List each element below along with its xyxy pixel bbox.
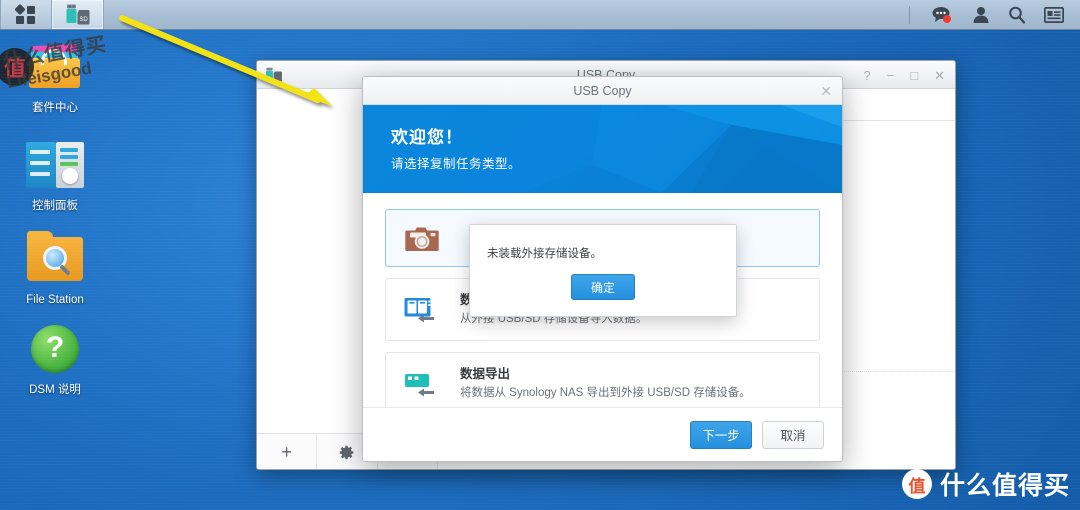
question-mark-icon: ? — [31, 325, 79, 373]
nas-import-icon — [400, 295, 444, 325]
taskbar-right-tray — [909, 0, 1080, 29]
taskbar: SD — [0, 0, 1080, 30]
desktop: SD 套件中心 控制面板 File Station ? DSM 说明 什么值得买… — [0, 0, 1080, 510]
dialog-close-icon[interactable]: ✕ — [820, 82, 832, 100]
minimize-button[interactable]: − — [887, 69, 895, 82]
banner-subheading: 请选择复制任务类型。 — [391, 157, 522, 171]
control-panel-art — [0, 136, 110, 194]
gear-icon — [340, 445, 354, 460]
svg-text:SD: SD — [79, 17, 88, 23]
option-desc: 将数据从 Synology NAS 导出到外接 USB/SD 存储设备。 — [460, 387, 751, 399]
dialog-footer: 下一步 取消 — [363, 407, 842, 461]
next-button[interactable]: 下一步 — [690, 420, 752, 449]
usb-sd-icon: SD — [66, 4, 89, 24]
banner-text: 欢迎您！ 请选择复制任务类型。 — [391, 127, 521, 172]
desktop-icon-file-station[interactable]: File Station — [0, 230, 110, 307]
widget-icon[interactable] — [1044, 6, 1064, 23]
alert-ok-button[interactable]: 确定 — [571, 274, 635, 300]
dialog-titlebar: USB Copy ✕ — [363, 77, 842, 105]
camera-icon — [400, 225, 444, 252]
close-button[interactable]: ✕ — [934, 69, 945, 82]
desktop-icon-label: File Station — [26, 294, 84, 306]
welcome-banner: 欢迎您！ 请选择复制任务类型。 — [363, 105, 842, 193]
option-title: 数据导出 — [460, 367, 511, 381]
dsm-help-art: ? — [0, 320, 110, 378]
dialog-title: USB Copy — [573, 83, 632, 98]
grid-menu-icon — [15, 3, 35, 24]
no-device-alert[interactable]: 未装载外接存储设备。 确定 — [469, 224, 737, 317]
package-center-icon — [27, 43, 83, 91]
usb-export-icon — [400, 369, 444, 399]
help-button[interactable]: ? — [863, 69, 870, 82]
main-menu-button[interactable] — [0, 0, 52, 29]
search-icon[interactable] — [1008, 6, 1026, 24]
alert-message: 未装载外接存储设备。 — [487, 248, 602, 260]
option-text: 数据导出 将数据从 Synology NAS 导出到外接 USB/SD 存储设备… — [460, 365, 751, 402]
corner-watermark-badge: 值 — [901, 469, 932, 499]
corner-watermark: 值 什么值得买 — [901, 466, 1070, 502]
background-window-controls: ? − □ ✕ — [863, 61, 945, 89]
desktop-icon-label: 控制面板 — [32, 200, 78, 212]
window-usb-sd-icon — [265, 66, 283, 84]
desktop-icon-label: 套件中心 — [32, 102, 78, 114]
taskbar-spacer — [104, 0, 909, 29]
control-panel-icon — [26, 142, 84, 188]
maximize-button[interactable]: □ — [910, 69, 918, 82]
cancel-button[interactable]: 取消 — [762, 420, 824, 449]
file-station-art — [0, 230, 110, 288]
corner-watermark-text: 什么值得买 — [939, 472, 1070, 500]
desktop-icon-label: DSM 说明 — [29, 384, 81, 396]
desktop-icon-dsm-help[interactable]: ? DSM 说明 — [0, 320, 110, 397]
folder-search-icon — [27, 231, 83, 281]
chat-icon[interactable] — [932, 6, 954, 24]
add-task-button[interactable]: + — [257, 434, 318, 469]
taskbar-usb-copy-button[interactable]: SD — [52, 0, 104, 29]
desktop-icon-control-panel[interactable]: 控制面板 — [0, 136, 110, 213]
tray-divider — [909, 5, 910, 24]
option-card-data-export[interactable]: 数据导出 将数据从 Synology NAS 导出到外接 USB/SD 存储设备… — [385, 352, 820, 415]
banner-heading: 欢迎您！ — [391, 128, 463, 147]
user-icon[interactable] — [972, 6, 990, 24]
